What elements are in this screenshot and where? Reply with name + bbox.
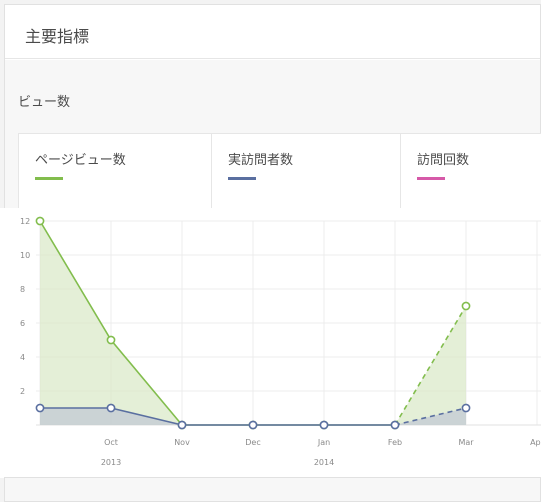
metrics-legend: ページビュー数 実訪問者数 訪問回数 — [18, 133, 541, 210]
y-tick-label: 12 — [20, 217, 30, 226]
section-title: ビュー数 — [18, 95, 71, 110]
legend-swatch — [228, 177, 256, 180]
legend-item-visits[interactable]: 訪問回数 — [401, 134, 541, 210]
x-year-label: 2014 — [314, 458, 334, 467]
data-point — [35, 216, 45, 226]
x-tick-label: Dec — [245, 438, 260, 447]
data-point — [319, 420, 329, 430]
x-tick-label: Oct — [104, 438, 118, 447]
legend-item-pageviews[interactable]: ページビュー数 — [19, 134, 212, 210]
x-tick-label: Mar — [458, 438, 474, 447]
data-point — [177, 420, 187, 430]
y-tick-label: 4 — [20, 353, 25, 362]
y-tick-label: 8 — [20, 285, 25, 294]
legend-label: 実訪問者数 — [228, 153, 294, 168]
views-chart: 2 4 6 8 10 12 Oct Nov Dec Jan Feb Mar Apr 2013 2014 — [0, 208, 541, 478]
data-point — [35, 403, 45, 413]
y-tick-label: 6 — [20, 319, 25, 328]
data-point — [461, 403, 471, 413]
y-tick-label: 10 — [20, 251, 30, 260]
data-point — [106, 403, 116, 413]
legend-item-unique-visitors[interactable]: 実訪問者数 — [212, 134, 401, 210]
x-tick-label: Apr — [530, 438, 541, 447]
panel-header: 主要指標 — [5, 5, 540, 59]
divider — [4, 477, 541, 478]
x-tick-label: Nov — [174, 438, 190, 447]
x-tick-label: Jan — [317, 438, 330, 447]
legend-swatch — [417, 177, 445, 180]
x-tick-label: Feb — [388, 438, 402, 447]
legend-label: 訪問回数 — [417, 153, 470, 168]
views-chart-svg: 2 4 6 8 10 12 Oct Nov Dec Jan Feb Mar Apr 2013 2014 — [20, 216, 541, 467]
data-point — [461, 301, 471, 311]
data-point — [106, 335, 116, 345]
legend-label: ページビュー数 — [35, 153, 126, 168]
legend-swatch — [35, 177, 63, 180]
data-point — [390, 420, 400, 430]
y-tick-label: 2 — [20, 387, 25, 396]
x-year-label: 2013 — [101, 458, 121, 467]
data-point — [248, 420, 258, 430]
panel-title: 主要指標 — [25, 27, 90, 46]
